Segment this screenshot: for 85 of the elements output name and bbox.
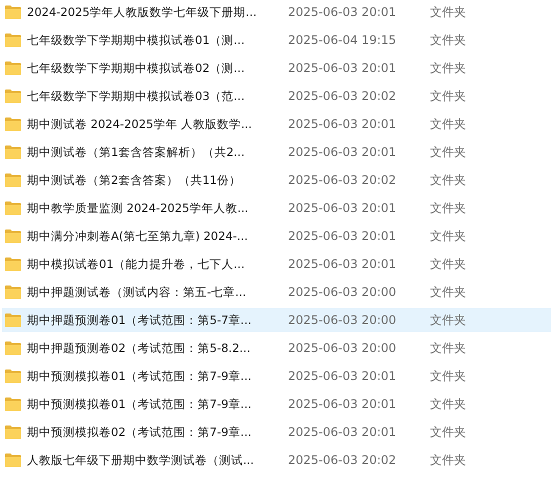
folder-icon xyxy=(5,117,21,131)
file-row[interactable]: 期中押题预测卷01（考试范围：第5-7章... 2025-06-03 20:00 文件夹 xyxy=(2,308,551,332)
modified-date: 2025-06-03 20:01 xyxy=(288,229,398,243)
file-type: 文件夹 xyxy=(430,256,466,272)
modified-date: 2025-06-04 19:15 xyxy=(288,33,398,47)
modified-date: 2025-06-03 20:01 xyxy=(288,425,398,439)
modified-date: 2025-06-03 20:00 xyxy=(288,341,398,355)
folder-icon xyxy=(5,425,21,439)
modified-date: 2025-06-03 20:02 xyxy=(288,453,398,467)
folder-icon xyxy=(5,285,21,299)
folder-icon xyxy=(5,145,21,159)
file-row[interactable]: 期中预测模拟卷01（考试范围：第7-9章... 2025-06-03 20:01 文件夹 xyxy=(2,392,551,416)
file-row[interactable]: 期中满分冲刺卷A(第七至第九章) 2024-... 2025-06-03 20:01 文件夹 xyxy=(2,224,551,248)
file-type: 文件夹 xyxy=(430,396,466,412)
file-row[interactable]: 期中测试卷（第2套含答案）（共11份） 2025-06-03 20:02 文件夹 xyxy=(2,168,551,192)
file-type: 文件夹 xyxy=(430,424,466,440)
file-name: 期中预测模拟卷01（考试范围：第7-9章... xyxy=(27,368,252,384)
file-type: 文件夹 xyxy=(430,88,466,104)
file-name: 七年级数学下学期期中模拟试卷03（范... xyxy=(27,88,246,104)
file-name: 2024-2025学年人教版数学七年级下册期... xyxy=(27,4,258,20)
file-name: 人教版七年级下册期中数学测试卷（测试... xyxy=(27,452,255,468)
file-row[interactable]: 期中测试卷 2024-2025学年 人教版数学... 2025-06-03 20:01 文件夹 xyxy=(2,112,551,136)
file-type: 文件夹 xyxy=(430,116,466,132)
modified-date: 2025-06-03 20:01 xyxy=(288,369,398,383)
file-name: 期中押题预测卷02（考试范围：第5-8.2... xyxy=(27,340,252,356)
file-type: 文件夹 xyxy=(430,200,466,216)
modified-date: 2025-06-03 20:00 xyxy=(288,285,398,299)
file-type: 文件夹 xyxy=(430,4,466,20)
file-type: 文件夹 xyxy=(430,60,466,76)
file-row[interactable]: 七年级数学下学期期中模拟试卷02（测... 2025-06-03 20:01 文件夹 xyxy=(2,56,551,80)
file-type: 文件夹 xyxy=(430,452,466,468)
file-type: 文件夹 xyxy=(430,228,466,244)
file-row[interactable]: 期中模拟试卷01（能力提升卷，七下人... 2025-06-03 20:01 文件夹 xyxy=(2,252,551,276)
folder-icon xyxy=(5,173,21,187)
file-name: 七年级数学下学期期中模拟试卷02（测... xyxy=(27,60,246,76)
file-type: 文件夹 xyxy=(430,32,466,48)
modified-date: 2025-06-03 20:01 xyxy=(288,5,398,19)
modified-date: 2025-06-03 20:01 xyxy=(288,257,398,271)
folder-icon xyxy=(5,5,21,19)
modified-date: 2025-06-03 20:01 xyxy=(288,117,398,131)
modified-date: 2025-06-03 20:01 xyxy=(288,397,398,411)
folder-icon xyxy=(5,313,21,327)
file-type: 文件夹 xyxy=(430,284,466,300)
file-name: 期中测试卷（第2套含答案）（共11份） xyxy=(27,172,242,188)
modified-date: 2025-06-03 20:01 xyxy=(288,61,398,75)
modified-date: 2025-06-03 20:01 xyxy=(288,145,398,159)
file-type: 文件夹 xyxy=(430,172,466,188)
file-row[interactable]: 期中预测模拟卷01（考试范围：第7-9章... 2025-06-03 20:01 文件夹 xyxy=(2,364,551,388)
file-row[interactable]: 期中押题测试卷（测试内容：第五-七章... 2025-06-03 20:00 文件夹 xyxy=(2,280,551,304)
folder-icon xyxy=(5,397,21,411)
file-name: 期中测试卷 2024-2025学年 人教版数学... xyxy=(27,116,253,132)
folder-icon xyxy=(5,229,21,243)
file-row[interactable]: 七年级数学下学期期中模拟试卷01（测... 2025-06-04 19:15 文件夹 xyxy=(2,28,551,52)
file-type: 文件夹 xyxy=(430,144,466,160)
file-row[interactable]: 期中押题预测卷02（考试范围：第5-8.2... 2025-06-03 20:00 文件夹 xyxy=(2,336,551,360)
file-name: 期中测试卷（第1套含答案解析）（共2... xyxy=(27,144,246,160)
folder-icon xyxy=(5,341,21,355)
file-name: 期中教学质量监测 2024-2025学年人教... xyxy=(27,200,250,216)
file-type: 文件夹 xyxy=(430,368,466,384)
modified-date: 2025-06-03 20:02 xyxy=(288,173,398,187)
file-type: 文件夹 xyxy=(430,312,466,328)
file-row[interactable]: 七年级数学下学期期中模拟试卷03（范... 2025-06-03 20:02 文件夹 xyxy=(2,84,551,108)
modified-date: 2025-06-03 20:02 xyxy=(288,89,398,103)
file-name: 期中预测模拟卷01（考试范围：第7-9章... xyxy=(27,396,252,412)
folder-icon xyxy=(5,201,21,215)
file-row[interactable]: 期中测试卷（第1套含答案解析）（共2... 2025-06-03 20:01 文件夹 xyxy=(2,140,551,164)
folder-icon xyxy=(5,89,21,103)
file-row[interactable]: 期中预测模拟卷02（考试范围：第7-9章... 2025-06-03 20:01 文件夹 xyxy=(2,420,551,444)
folder-icon xyxy=(5,33,21,47)
folder-icon xyxy=(5,61,21,75)
file-row[interactable]: 期中教学质量监测 2024-2025学年人教... 2025-06-03 20:01 文件夹 xyxy=(2,196,551,220)
file-row[interactable]: 人教版七年级下册期中数学测试卷（测试... 2025-06-03 20:02 文件夹 xyxy=(2,448,551,472)
file-name: 期中押题测试卷（测试内容：第五-七章... xyxy=(27,284,248,300)
modified-date: 2025-06-03 20:00 xyxy=(288,313,398,327)
modified-date: 2025-06-03 20:01 xyxy=(288,201,398,215)
folder-icon xyxy=(5,257,21,271)
file-name: 七年级数学下学期期中模拟试卷01（测... xyxy=(27,32,246,48)
file-name: 期中满分冲刺卷A(第七至第九章) 2024-... xyxy=(27,228,249,244)
file-row[interactable]: 2024-2025学年人教版数学七年级下册期... 2025-06-03 20:01 文件夹 xyxy=(2,0,551,24)
file-name: 期中模拟试卷01（能力提升卷，七下人... xyxy=(27,256,246,272)
file-name: 期中预测模拟卷02（考试范围：第7-9章... xyxy=(27,424,252,440)
folder-icon xyxy=(5,369,21,383)
file-type: 文件夹 xyxy=(430,340,466,356)
folder-icon xyxy=(5,453,21,467)
file-name: 期中押题预测卷01（考试范围：第5-7章... xyxy=(27,312,252,328)
